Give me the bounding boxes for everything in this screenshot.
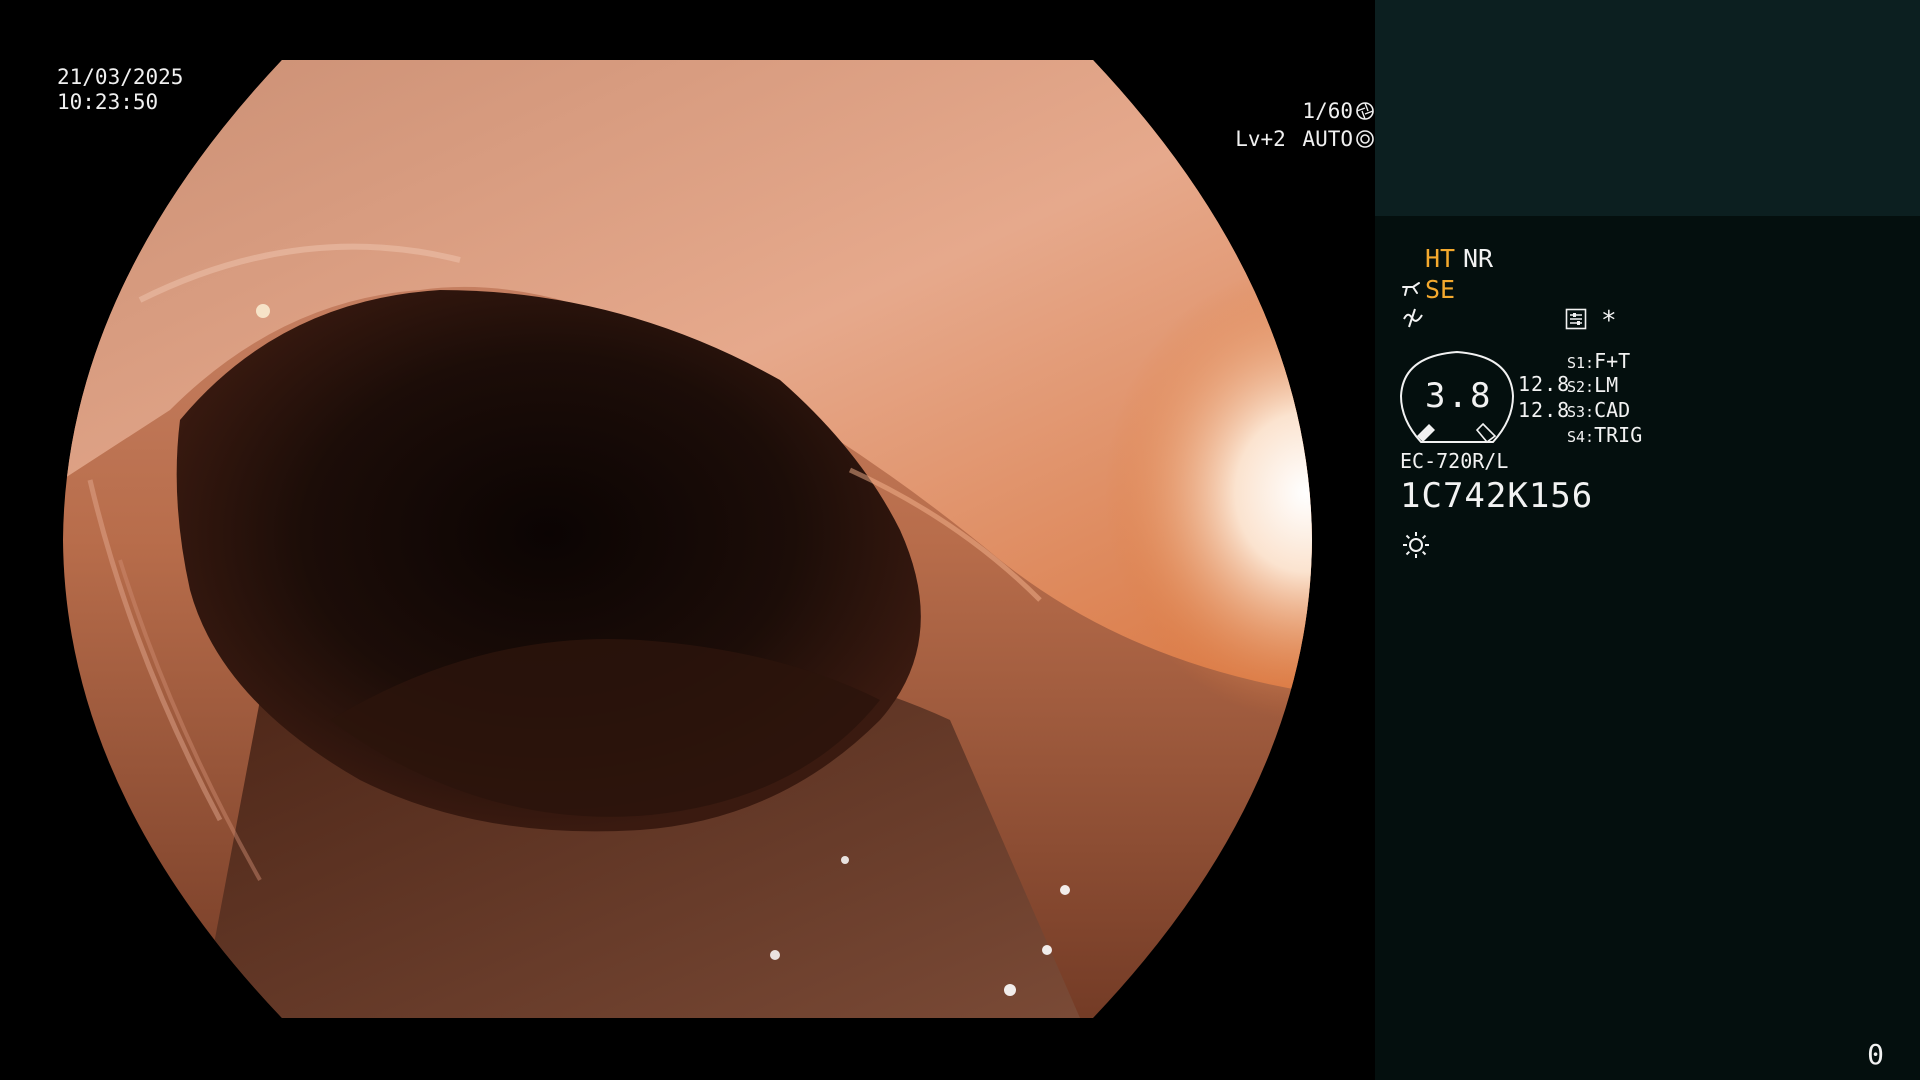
status-panel: HT NR SE * 3.8 12.8 12.8 S1:F+T S2:LM S3… [1375,0,1920,1080]
waveform-icon [1403,308,1423,328]
scope-model: EC-720R/L [1400,449,1509,473]
iris-icon [1356,130,1374,148]
endoscopic-image-render [63,60,1312,1018]
brightness-level: Lv+2 [1235,127,1286,151]
settings-panel-icon [1565,308,1587,330]
nr-mode: NR [1463,244,1494,273]
sun-icon [1403,532,1429,558]
procedure-time: 10:23:50 [57,90,159,114]
iris-mode: AUTO [1302,127,1353,151]
image-counter: 0 [1867,1038,1884,1071]
scope-serial: 1C742K156 [1400,476,1594,516]
hand-icon [1402,282,1420,296]
gauge-value: 3.8 [1425,376,1493,416]
gauge-reading-1: 12.8 [1518,372,1571,396]
switch-s1: S1:F+T [1567,349,1631,373]
shutter-indicator: 1/60 [1302,99,1375,123]
endoscopy-screen: 21/03/2025 10:23:50 1/60 Lv+2 AUTO HT NR… [0,0,1920,1080]
asterisk-indicator: * [1601,306,1617,336]
ht-mode: HT [1425,244,1456,273]
iris-indicator: Lv+2 AUTO [1235,127,1375,151]
procedure-date: 21/03/2025 [57,65,184,89]
shutter-speed: 1/60 [1302,99,1353,123]
se-mode: SE [1425,275,1456,304]
aperture-icon [1356,102,1374,120]
endoscopic-image: 21/03/2025 10:23:50 [0,0,1375,1080]
gauge-reading-2: 12.8 [1518,398,1571,422]
thumbnail-area [1375,0,1920,216]
switch-s4: S4:TRIG [1567,423,1643,447]
switch-s2: S2:LM [1567,373,1619,397]
switch-s3: S3:CAD [1567,398,1631,422]
